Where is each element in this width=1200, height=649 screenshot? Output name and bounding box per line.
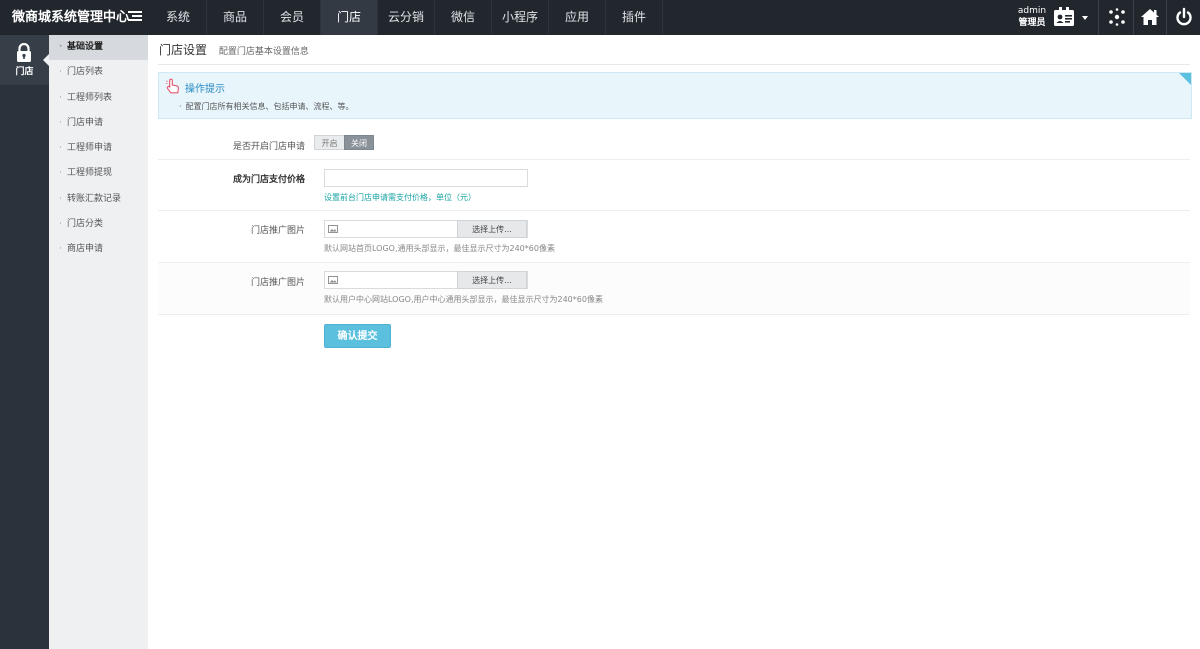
top-nav: 系统 商品 会员 门店 云分销 微信 小程序 应用 插件 — [150, 0, 663, 35]
topnav-plugins[interactable]: 插件 — [606, 0, 663, 35]
price-hint: 设置前台门店申请需支付价格，单位（元） — [324, 193, 476, 202]
divider — [1133, 0, 1134, 35]
divider — [158, 64, 1190, 65]
promo-image-1-upload-button[interactable]: 选择上传... — [457, 220, 527, 238]
form-row-promo-image-2: 门店推广图片 — [158, 263, 1190, 315]
switch-off-option[interactable]: 关闭 — [344, 135, 374, 150]
tips-title: 操作提示 — [185, 84, 225, 95]
sidebar-item-shop-applications[interactable]: 商店申请 — [49, 237, 148, 262]
sub-sidebar: 基础设置 门店列表 工程师列表 门店申请 工程师申请 工程师提现 转账汇款记录 … — [49, 35, 148, 649]
tips-text: 配置门店所有相关信息、包括申请、流程、等。 — [179, 101, 354, 112]
page-subtitle: 配置门店基本设置信息 — [218, 47, 309, 57]
menu-toggle-icon[interactable] — [128, 11, 142, 23]
promo-image-2-hint: 默认用户中心网站LOGO,用户中心通用头部显示，最佳显示尺寸为240*60像素 — [324, 295, 603, 304]
page-title: 门店设置 — [159, 43, 208, 57]
home-icon[interactable] — [1140, 7, 1160, 27]
topnav-member[interactable]: 会员 — [264, 0, 321, 35]
topnav-system[interactable]: 系统 — [150, 0, 207, 35]
module-sidebar: 门店 — [0, 35, 49, 649]
sidebar-item-transfer-records[interactable]: 转账汇款记录 — [49, 187, 148, 212]
switch-on-option[interactable]: 开启 — [314, 135, 344, 150]
main-content: 门店设置 配置门店基本设置信息 操作提示 配置门店所有相关信息、包括申请、流程、… — [148, 35, 1200, 649]
price-input[interactable] — [324, 169, 528, 187]
divider — [1098, 0, 1099, 35]
user-info[interactable]: admin 管理员 — [1016, 5, 1048, 29]
topnav-goods[interactable]: 商品 — [207, 0, 264, 35]
promo-image-2-upload-button[interactable]: 选择上传... — [457, 271, 527, 289]
power-icon[interactable] — [1174, 7, 1194, 27]
module-store[interactable]: 门店 — [0, 35, 49, 85]
apply-switch-toggle[interactable]: 开启 关闭 — [314, 135, 374, 150]
promo-image-1-hint: 默认网站首页LOGO,通用头部显示，最佳显示尺寸为240*60像素 — [324, 244, 555, 253]
page-header: 门店设置 配置门店基本设置信息 — [159, 41, 309, 61]
user-role: 管理员 — [1018, 18, 1046, 28]
module-label: 门店 — [15, 67, 34, 77]
promo-image-2-upload[interactable]: 选择上传... — [324, 271, 528, 289]
sidebar-item-basic-settings[interactable]: 基础设置 — [49, 35, 148, 61]
sitemap-icon[interactable] — [1107, 7, 1127, 27]
sidebar-item-engineer-applications[interactable]: 工程师申请 — [49, 136, 148, 161]
sidebar-item-store-applications[interactable]: 门店申请 — [49, 111, 148, 136]
lock-icon — [17, 43, 31, 62]
sidebar-item-store-categories[interactable]: 门店分类 — [49, 212, 148, 237]
divider — [1166, 0, 1167, 35]
submit-button[interactable]: 确认提交 — [324, 324, 391, 348]
topnav-store[interactable]: 门店 — [321, 0, 378, 35]
form-row-apply-switch: 是否开启门店申请 — [158, 127, 1190, 160]
topnav-cloud-distribution[interactable]: 云分销 — [378, 0, 435, 35]
hand-pointer-icon — [166, 78, 179, 94]
topnav-mini-program[interactable]: 小程序 — [492, 0, 549, 35]
sidebar-item-engineer-list[interactable]: 工程师列表 — [49, 86, 148, 111]
collapse-corner-icon[interactable] — [1179, 73, 1191, 85]
form-row-price: 成为门店支付价格 — [158, 160, 1190, 211]
brand-title: 微商城系统管理中心 — [12, 10, 130, 25]
promo-image-2-label: 门店推广图片 — [250, 278, 305, 288]
apply-switch-label: 是否开启门店申请 — [232, 142, 305, 152]
id-card-icon[interactable] — [1053, 7, 1075, 27]
sidebar-item-store-list[interactable]: 门店列表 — [49, 60, 148, 85]
image-icon — [328, 225, 338, 233]
image-icon — [328, 276, 338, 284]
topnav-apps[interactable]: 应用 — [549, 0, 606, 35]
price-label: 成为门店支付价格 — [232, 175, 305, 185]
promo-image-1-upload[interactable]: 选择上传... — [324, 220, 528, 238]
sidebar-item-engineer-withdrawals[interactable]: 工程师提现 — [49, 161, 148, 186]
tips-panel: 操作提示 配置门店所有相关信息、包括申请、流程、等。 — [158, 72, 1192, 119]
top-bar: 微商城系统管理中心 系统 商品 会员 门店 云分销 微信 小程序 应用 插件 a… — [0, 0, 1200, 35]
topnav-wechat[interactable]: 微信 — [435, 0, 492, 35]
promo-image-1-label: 门店推广图片 — [250, 226, 305, 236]
chevron-down-icon[interactable] — [1082, 16, 1088, 20]
user-name: admin — [1017, 6, 1047, 16]
form-row-promo-image-1: 门店推广图片 — [158, 211, 1190, 263]
